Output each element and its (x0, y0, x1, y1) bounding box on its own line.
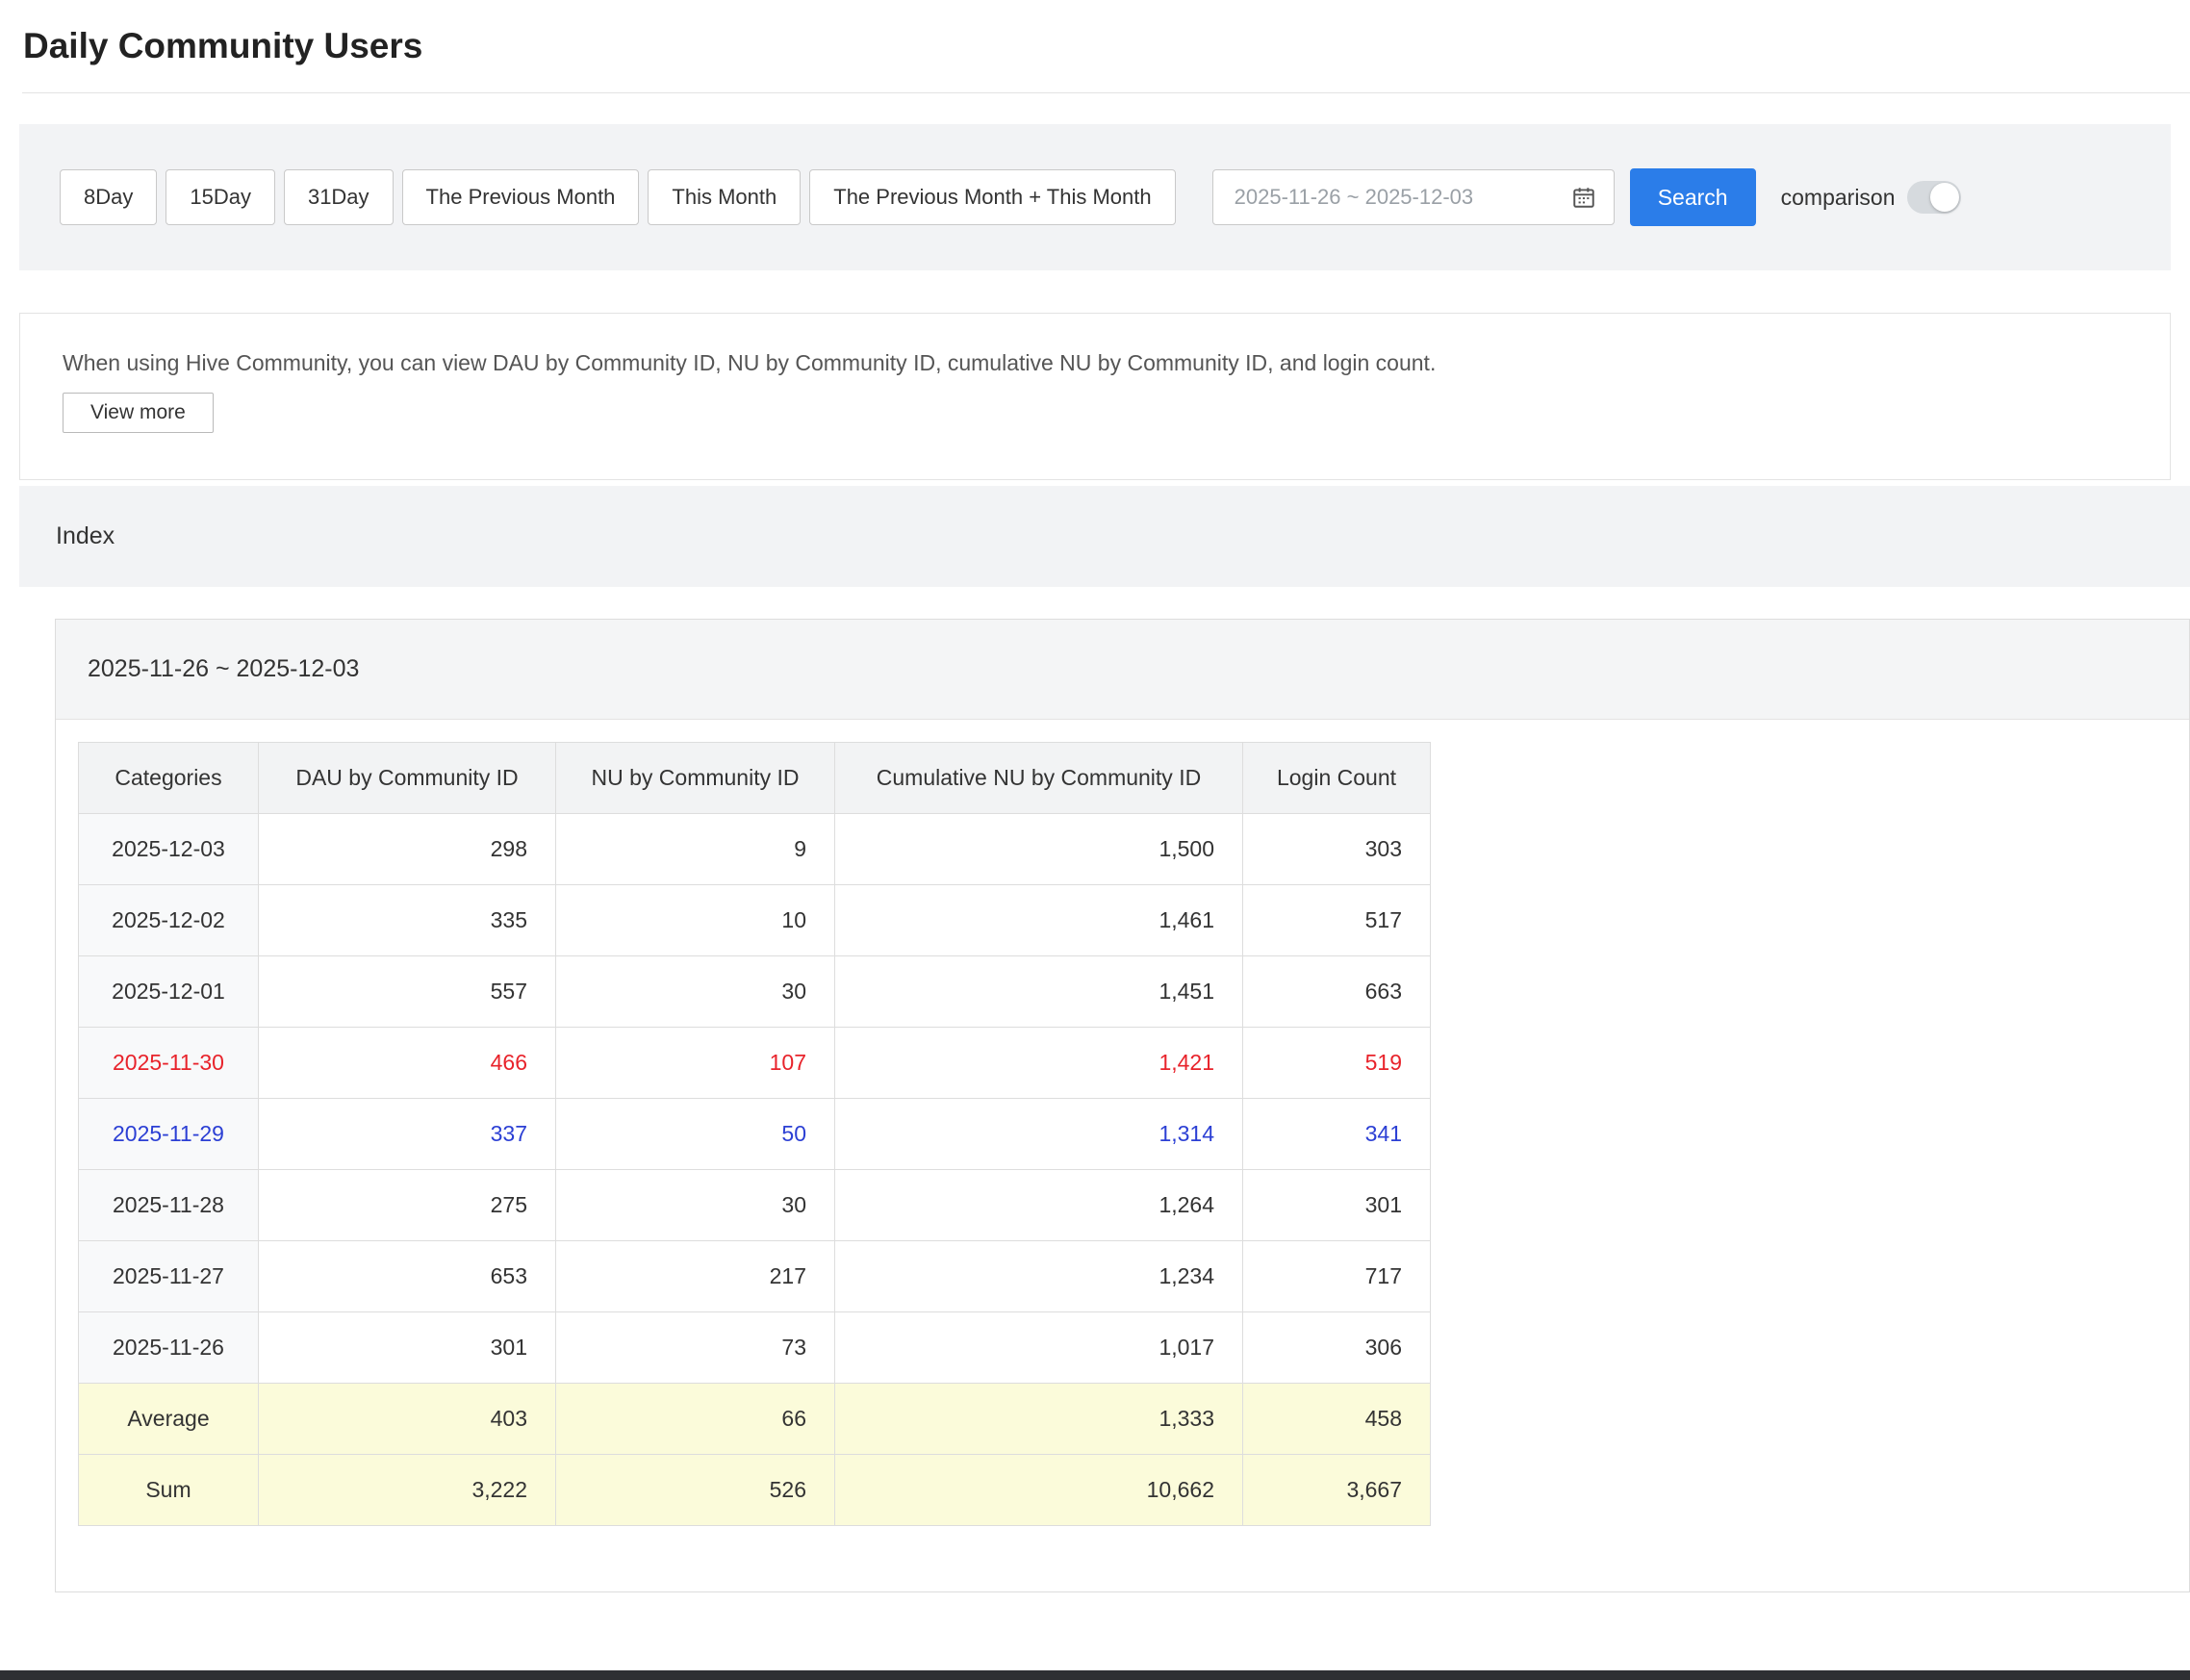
row-value: 107 (556, 1028, 835, 1099)
footer-edge (0, 1670, 2190, 1680)
row-value: 466 (259, 1028, 556, 1099)
row-value: 1,461 (835, 885, 1243, 956)
period-button[interactable]: 15Day (166, 169, 275, 225)
row-value: 50 (556, 1099, 835, 1170)
row-category: 2025-11-26 (79, 1312, 259, 1384)
row-value: 298 (259, 814, 556, 885)
period-button[interactable]: The Previous Month (402, 169, 640, 225)
row-category: 2025-11-29 (79, 1099, 259, 1170)
row-value: 335 (259, 885, 556, 956)
panel-body: CategoriesDAU by Community IDNU by Commu… (56, 720, 2189, 1591)
row-value: 1,264 (835, 1170, 1243, 1241)
row-value: 303 (1243, 814, 1431, 885)
table-row: 2025-11-29337501,314341 (79, 1099, 1431, 1170)
title-divider (22, 92, 2190, 93)
row-category: 2025-11-30 (79, 1028, 259, 1099)
row-value: 30 (556, 1170, 835, 1241)
row-category: Sum (79, 1455, 259, 1526)
row-value: 1,451 (835, 956, 1243, 1028)
period-button[interactable]: This Month (648, 169, 801, 225)
row-category: 2025-11-28 (79, 1170, 259, 1241)
row-value: 1,314 (835, 1099, 1243, 1170)
calendar-icon[interactable] (1571, 185, 1596, 210)
table-row: 2025-11-304661071,421519 (79, 1028, 1431, 1099)
row-value: 341 (1243, 1099, 1431, 1170)
panel-date-range: 2025-11-26 ~ 2025-12-03 (88, 655, 359, 683)
table-row: 2025-11-276532171,234717 (79, 1241, 1431, 1312)
table-row: 2025-12-02335101,461517 (79, 885, 1431, 956)
row-value: 217 (556, 1241, 835, 1312)
row-value: 10 (556, 885, 835, 956)
row-category: Average (79, 1384, 259, 1455)
row-category: 2025-12-01 (79, 956, 259, 1028)
table-row: 2025-11-26301731,017306 (79, 1312, 1431, 1384)
row-value: 3,667 (1243, 1455, 1431, 1526)
table-row: 2025-12-01557301,451663 (79, 956, 1431, 1028)
info-box: When using Hive Community, you can view … (19, 313, 2171, 480)
date-range-input[interactable]: 2025-11-26 ~ 2025-12-03 (1212, 169, 1615, 225)
search-button[interactable]: Search (1630, 168, 1756, 226)
row-value: 663 (1243, 956, 1431, 1028)
row-value: 1,421 (835, 1028, 1243, 1099)
row-value: 557 (259, 956, 556, 1028)
row-value: 337 (259, 1099, 556, 1170)
row-value: 1,017 (835, 1312, 1243, 1384)
row-value: 717 (1243, 1241, 1431, 1312)
period-button-group: 8Day15Day31DayThe Previous MonthThis Mon… (60, 169, 1176, 225)
view-more-button[interactable]: View more (63, 393, 214, 433)
row-value: 3,222 (259, 1455, 556, 1526)
period-button[interactable]: The Previous Month + This Month (809, 169, 1175, 225)
row-value: 517 (1243, 885, 1431, 956)
row-value: 30 (556, 956, 835, 1028)
column-header: NU by Community ID (556, 743, 835, 814)
column-header: Cumulative NU by Community ID (835, 743, 1243, 814)
table-header: CategoriesDAU by Community IDNU by Commu… (79, 743, 1431, 814)
index-panel: 2025-11-26 ~ 2025-12-03 CategoriesDAU by… (55, 619, 2190, 1592)
table-row: Average403661,333458 (79, 1384, 1431, 1455)
row-value: 275 (259, 1170, 556, 1241)
column-header: DAU by Community ID (259, 743, 556, 814)
row-value: 1,500 (835, 814, 1243, 885)
period-button[interactable]: 8Day (60, 169, 157, 225)
column-header: Login Count (1243, 743, 1431, 814)
row-value: 9 (556, 814, 835, 885)
row-value: 301 (259, 1312, 556, 1384)
page-title: Daily Community Users (23, 25, 2190, 67)
table-row: 2025-11-28275301,264301 (79, 1170, 1431, 1241)
row-category: 2025-12-02 (79, 885, 259, 956)
row-value: 1,234 (835, 1241, 1243, 1312)
table-row: Sum3,22252610,6623,667 (79, 1455, 1431, 1526)
row-category: 2025-12-03 (79, 814, 259, 885)
filter-bar: 8Day15Day31DayThe Previous MonthThis Mon… (19, 124, 2171, 270)
column-header: Categories (79, 743, 259, 814)
row-value: 306 (1243, 1312, 1431, 1384)
row-value: 66 (556, 1384, 835, 1455)
comparison-control: comparison (1781, 181, 1961, 214)
toggle-knob (1930, 183, 1959, 212)
row-value: 1,333 (835, 1384, 1243, 1455)
section-title: Index (56, 522, 115, 550)
row-value: 73 (556, 1312, 835, 1384)
row-value: 10,662 (835, 1455, 1243, 1526)
row-value: 301 (1243, 1170, 1431, 1241)
date-range-value: 2025-11-26 ~ 2025-12-03 (1235, 185, 1571, 210)
row-value: 526 (556, 1455, 835, 1526)
row-value: 519 (1243, 1028, 1431, 1099)
section-header-index: Index (19, 486, 2190, 587)
row-category: 2025-11-27 (79, 1241, 259, 1312)
info-description: When using Hive Community, you can view … (63, 348, 2141, 377)
comparison-toggle[interactable] (1907, 181, 1961, 214)
table-row: 2025-12-0329891,500303 (79, 814, 1431, 885)
panel-header: 2025-11-26 ~ 2025-12-03 (56, 620, 2189, 720)
index-table: CategoriesDAU by Community IDNU by Commu… (78, 742, 1431, 1526)
row-value: 403 (259, 1384, 556, 1455)
period-button[interactable]: 31Day (284, 169, 394, 225)
row-value: 653 (259, 1241, 556, 1312)
comparison-label: comparison (1781, 185, 1896, 211)
row-value: 458 (1243, 1384, 1431, 1455)
